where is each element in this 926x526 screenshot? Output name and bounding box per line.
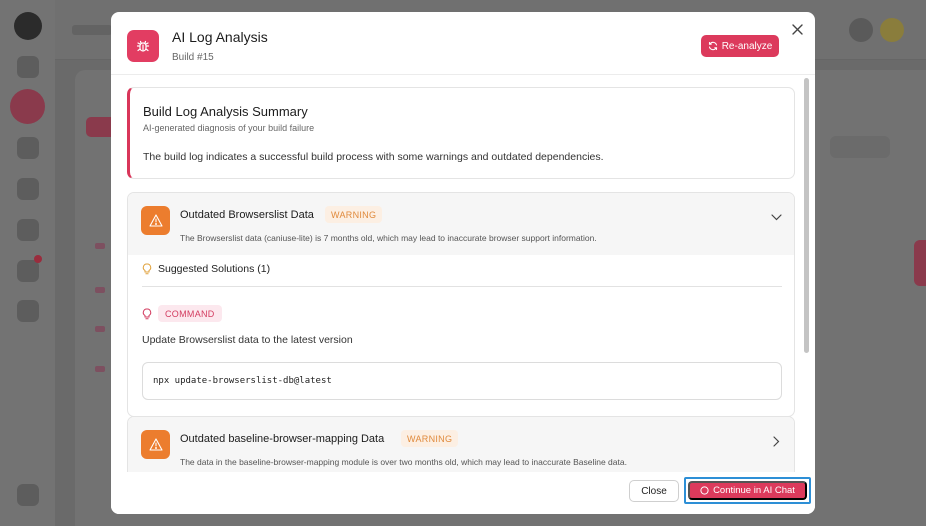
background-export-button	[830, 136, 890, 158]
warning-icon	[141, 430, 170, 459]
modal-footer: Close Continue in AI Chat	[111, 472, 815, 514]
refresh-icon	[708, 41, 717, 51]
background-nav-icon	[17, 56, 39, 78]
background-sidebar	[0, 0, 55, 526]
background-theme-icon	[849, 18, 873, 42]
chevron-right-icon[interactable]	[769, 434, 783, 448]
background-row-marker	[95, 243, 105, 249]
background-nav-icon-active	[10, 89, 45, 124]
modal-header: AI Log Analysis Build #15 Re-analyze	[111, 12, 815, 75]
issue-description: The Browserslist data (caniuse-lite) is …	[180, 233, 597, 243]
close-icon[interactable]	[789, 21, 805, 37]
background-nav-icon	[17, 219, 39, 241]
background-side-tab	[914, 240, 926, 286]
summary-subtitle: AI-generated diagnosis of your build fai…	[143, 123, 315, 133]
summary-card: Build Log Analysis Summary AI-generated …	[127, 87, 795, 179]
ai-log-analysis-modal: AI Log Analysis Build #15 Re-analyze Bui…	[111, 12, 815, 514]
focus-ring: Continue in AI Chat	[684, 477, 811, 504]
background-row-marker	[95, 287, 105, 293]
reanalyze-button[interactable]: Re-analyze	[701, 35, 779, 57]
background-avatar	[880, 18, 904, 42]
solution-description: Update Browserslist data to the latest v…	[142, 334, 353, 346]
command-code: npx update-browserslist-db@latest	[153, 376, 332, 386]
background-nav-icon	[17, 137, 39, 159]
continue-in-ai-chat-button[interactable]: Continue in AI Chat	[688, 481, 807, 500]
warning-icon	[141, 206, 170, 235]
issue-header[interactable]: Outdated baseline-browser-mapping Data W…	[128, 417, 794, 472]
close-button[interactable]: Close	[629, 480, 679, 502]
solutions-count-label: Suggested Solutions (1)	[158, 263, 271, 275]
solution-type-row: COMMAND	[142, 305, 222, 322]
background-breadcrumb	[72, 25, 112, 35]
scrollbar-thumb[interactable]	[804, 78, 809, 353]
issue-description: The data in the baseline-browser-mapping…	[180, 457, 627, 467]
issue-card: Outdated baseline-browser-mapping Data W…	[127, 416, 795, 472]
build-number: Build #15	[172, 52, 214, 63]
background-nav-icon	[17, 300, 39, 322]
background-row-marker	[95, 366, 105, 372]
summary-title: Build Log Analysis Summary	[143, 104, 308, 119]
background-nav-icon	[17, 484, 39, 506]
lightbulb-icon	[142, 308, 152, 319]
warning-badge: WARNING	[401, 430, 459, 447]
bug-icon	[127, 30, 159, 62]
chat-icon	[700, 486, 709, 495]
reanalyze-label: Re-analyze	[721, 40, 773, 52]
background-nav-icon	[17, 260, 39, 282]
command-badge: COMMAND	[158, 305, 222, 322]
continue-label: Continue in AI Chat	[713, 485, 795, 496]
summary-text: The build log indicates a successful bui…	[143, 151, 604, 163]
warning-badge: WARNING	[325, 206, 383, 223]
issue-card: Outdated Browserslist Data WARNING The B…	[127, 192, 795, 417]
background-logo	[14, 12, 42, 40]
background-nav-icon	[17, 178, 39, 200]
command-code-block[interactable]: npx update-browserslist-db@latest	[142, 362, 782, 400]
issue-title: Outdated baseline-browser-mapping Data	[180, 433, 385, 445]
modal-title: AI Log Analysis	[172, 29, 268, 45]
issue-title: Outdated Browserslist Data	[180, 209, 314, 221]
chevron-down-icon[interactable]	[769, 210, 783, 224]
lightbulb-icon	[142, 263, 152, 275]
background-row-marker	[95, 326, 105, 332]
analysis-scroll-area[interactable]: Build Log Analysis Summary AI-generated …	[111, 76, 815, 472]
divider	[142, 286, 782, 287]
suggested-solutions-heading: Suggested Solutions (1)	[142, 263, 270, 275]
background-notification-dot	[34, 255, 42, 263]
issue-header[interactable]: Outdated Browserslist Data WARNING The B…	[128, 193, 794, 255]
